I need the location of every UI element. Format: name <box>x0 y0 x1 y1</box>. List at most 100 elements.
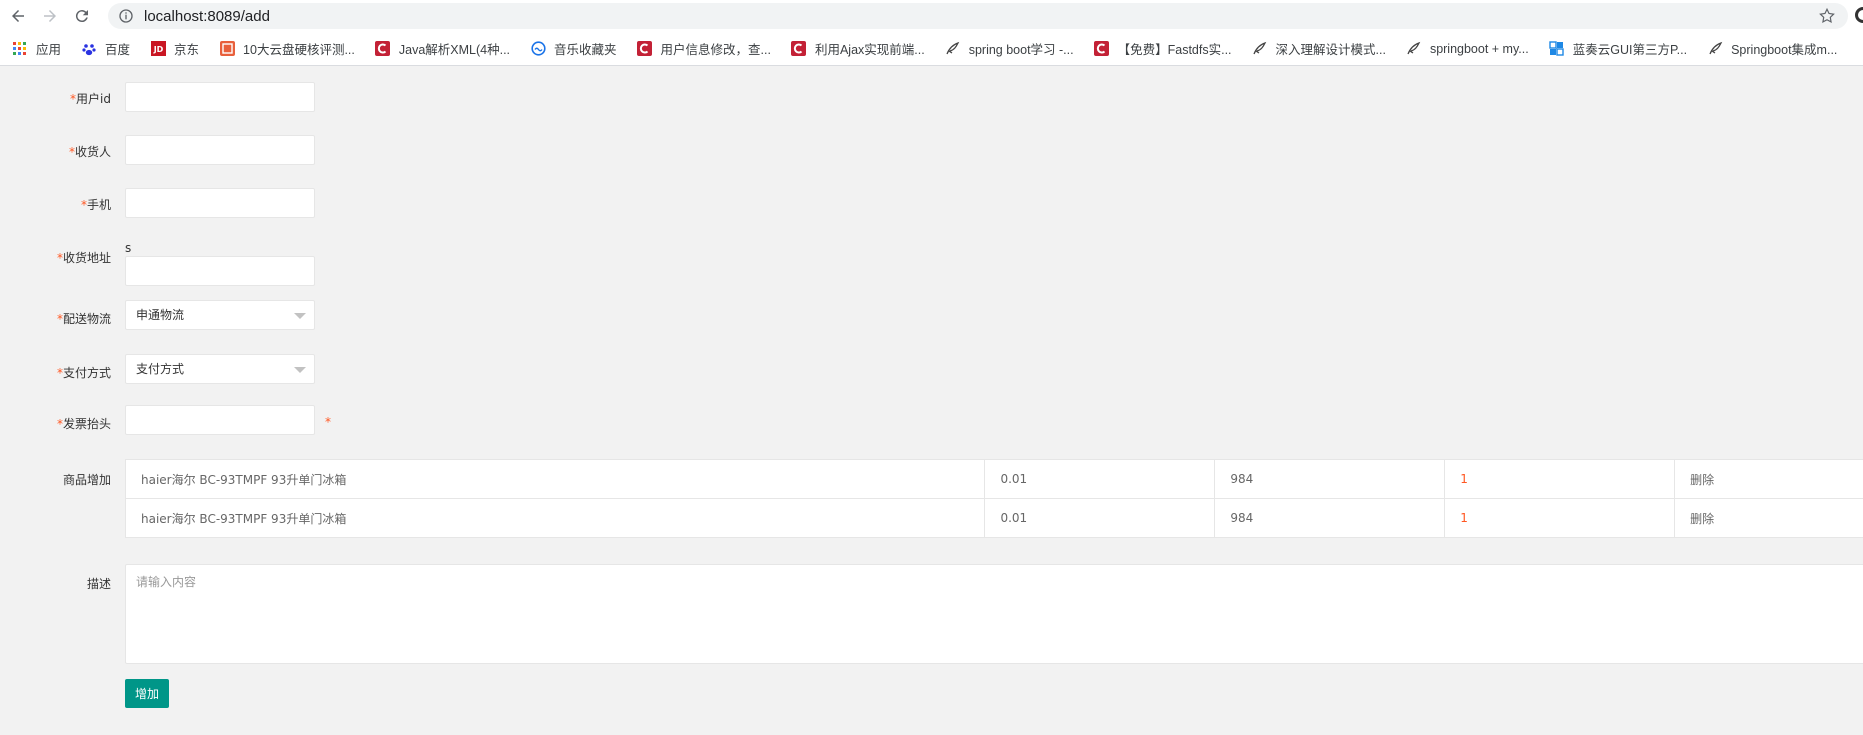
delete-link[interactable]: 删除 <box>1674 459 1863 499</box>
payment-label: *支付方式 <box>0 364 111 381</box>
payment-selected-value: 支付方式 <box>136 362 185 376</box>
receiver-input[interactable] <box>125 135 315 165</box>
goods-name-cell: haier海尔 BC-93TMPF 93升单门冰箱 <box>124 459 986 499</box>
goods-stock-cell: 984 <box>1214 459 1446 499</box>
bookmark-label: 百度 <box>105 43 131 57</box>
arrow-right-icon <box>44 10 56 22</box>
bookmark-ajax[interactable]: 利用Ajax实现前端... <box>791 37 925 61</box>
table-row: haier海尔 BC-93TMPF 93升单门冰箱 0.01 984 1 删除 <box>124 459 1863 499</box>
csdn-c-icon <box>375 41 391 57</box>
address-label: *收货地址 <box>0 249 111 266</box>
baidu-paw-icon <box>81 41 97 57</box>
phone-input[interactable] <box>125 188 315 218</box>
label-text: 发票抬头 <box>62 417 111 431</box>
info-icon[interactable] <box>118 8 134 24</box>
feather-icon <box>1406 41 1422 57</box>
svg-text:JD: JD <box>152 45 163 54</box>
feather-icon <box>945 41 961 57</box>
label-text: 支付方式 <box>62 366 111 380</box>
label-text: 收货人 <box>74 145 111 159</box>
bookmark-apps[interactable]: 应用 <box>12 37 61 61</box>
address-note: s <box>125 241 132 255</box>
invoice-input[interactable] <box>125 405 315 435</box>
goods-price-cell: 0.01 <box>984 459 1216 499</box>
reload-icon <box>75 10 88 23</box>
address-input[interactable] <box>125 256 315 286</box>
apps-grid-icon <box>12 41 28 57</box>
csdn-c-icon <box>637 41 653 57</box>
browser-toolbar: localhost:8089/add <box>0 0 1863 32</box>
label-text: 收货地址 <box>62 251 111 265</box>
bookmark-spring-boot[interactable]: spring boot学习 -... <box>945 37 1074 61</box>
bookmark-label: 蓝奏云GUI第三方P... <box>1572 43 1688 57</box>
bookmark-fastdfs[interactable]: 【免费】Fastdfs实... <box>1094 37 1232 61</box>
bookmark-label: 利用Ajax实现前端... <box>814 43 925 57</box>
user-id-input[interactable] <box>125 82 315 112</box>
logistics-label: *配送物流 <box>0 310 111 327</box>
bookmark-user-edit[interactable]: 用户信息修改，查... <box>637 37 771 61</box>
goods-qty-cell[interactable]: 1 <box>1444 498 1676 538</box>
bookmark-design-patterns[interactable]: 深入理解设计模式... <box>1252 37 1386 61</box>
bookmark-label: 京东 <box>174 43 200 57</box>
description-label: 描述 <box>86 577 111 591</box>
bookmark-springboot-my[interactable]: springboot + my... <box>1406 37 1529 61</box>
goods-name-cell: haier海尔 BC-93TMPF 93升单门冰箱 <box>124 498 986 538</box>
label-text: 用户id <box>76 92 111 106</box>
logistics-select[interactable]: 申通物流 <box>125 300 315 330</box>
bookmark-label: spring boot学习 -... <box>968 43 1074 57</box>
bookmark-label: springboot + my... <box>1429 41 1529 56</box>
bookmark-jd[interactable]: JD 京东 <box>150 37 199 61</box>
csdn-c-icon <box>1094 41 1110 57</box>
label-text: 配送物流 <box>62 312 111 326</box>
bookmark-label: 10大云盘硬核评测... <box>243 43 355 57</box>
jd-logo-icon: JD <box>150 41 166 57</box>
profile-avatar[interactable] <box>1855 7 1863 23</box>
bookmark-label: Springboot集成m... <box>1731 43 1838 57</box>
jian-logo-icon <box>219 41 235 57</box>
add-button[interactable]: 增加 <box>125 679 169 708</box>
caret-down-icon <box>294 367 306 373</box>
order-form: *用户id *收货人 *手机 s *收货地址 *配送物流 申通物流 *支付方式 … <box>0 67 1863 735</box>
arrow-left-icon <box>12 10 24 22</box>
invoice-label: *发票抬头 <box>0 415 111 432</box>
bookmark-label: 用户信息修改，查... <box>660 43 771 57</box>
csdn-c-icon <box>791 41 807 57</box>
feather-icon <box>1707 41 1723 57</box>
delete-link[interactable]: 删除 <box>1674 498 1863 538</box>
feather-icon <box>1252 41 1268 57</box>
caret-down-icon <box>294 313 306 319</box>
forward-button[interactable] <box>36 2 64 30</box>
description-textarea[interactable]: 请输入内容 <box>125 564 1863 664</box>
goods-table: haier海尔 BC-93TMPF 93升单门冰箱 0.01 984 1 删除 … <box>124 459 1863 538</box>
reload-button[interactable] <box>68 2 96 30</box>
bookmark-java-xml[interactable]: Java解析XML(4种... <box>375 37 510 61</box>
receiver-label: *收货人 <box>0 143 111 160</box>
bookmark-label: 深入理解设计模式... <box>1275 43 1386 57</box>
bookmark-label: 【免费】Fastdfs实... <box>1117 43 1232 57</box>
phone-label: *手机 <box>0 196 111 213</box>
address-bar[interactable]: localhost:8089/add <box>108 3 1848 29</box>
lanzou-icon <box>1549 41 1565 57</box>
goods-price-cell: 0.01 <box>984 498 1216 538</box>
bookmark-label: 音乐收藏夹 <box>554 43 617 57</box>
bookmark-baidu[interactable]: 百度 <box>81 37 130 61</box>
music-circle-icon <box>530 41 546 57</box>
logistics-selected-value: 申通物流 <box>136 308 185 322</box>
bookmark-lanzou[interactable]: 蓝奏云GUI第三方P... <box>1549 37 1687 61</box>
label-text: 手机 <box>86 198 111 212</box>
bookmark-label: 应用 <box>36 43 62 57</box>
bookmarks-bar: 应用 百度 JD 京东 10大云盘硬核评测... Java解析XML(4种...… <box>0 32 1863 66</box>
bookmark-cloud-review[interactable]: 10大云盘硬核评测... <box>219 37 355 61</box>
payment-select[interactable]: 支付方式 <box>125 354 315 384</box>
goods-label: 商品增加 <box>62 473 111 487</box>
user-id-label: *用户id <box>0 90 111 107</box>
bookmark-label: Java解析XML(4种... <box>398 43 511 57</box>
star-icon[interactable] <box>1818 7 1836 25</box>
goods-stock-cell: 984 <box>1214 498 1446 538</box>
bookmark-music[interactable]: 音乐收藏夹 <box>530 37 617 61</box>
url-text[interactable]: localhost:8089/add <box>144 8 270 25</box>
goods-qty-cell[interactable]: 1 <box>1444 459 1676 499</box>
bookmark-springboot-m[interactable]: Springboot集成m... <box>1707 37 1837 61</box>
back-button[interactable] <box>4 2 32 30</box>
table-row: haier海尔 BC-93TMPF 93升单门冰箱 0.01 984 1 删除 <box>124 498 1863 538</box>
